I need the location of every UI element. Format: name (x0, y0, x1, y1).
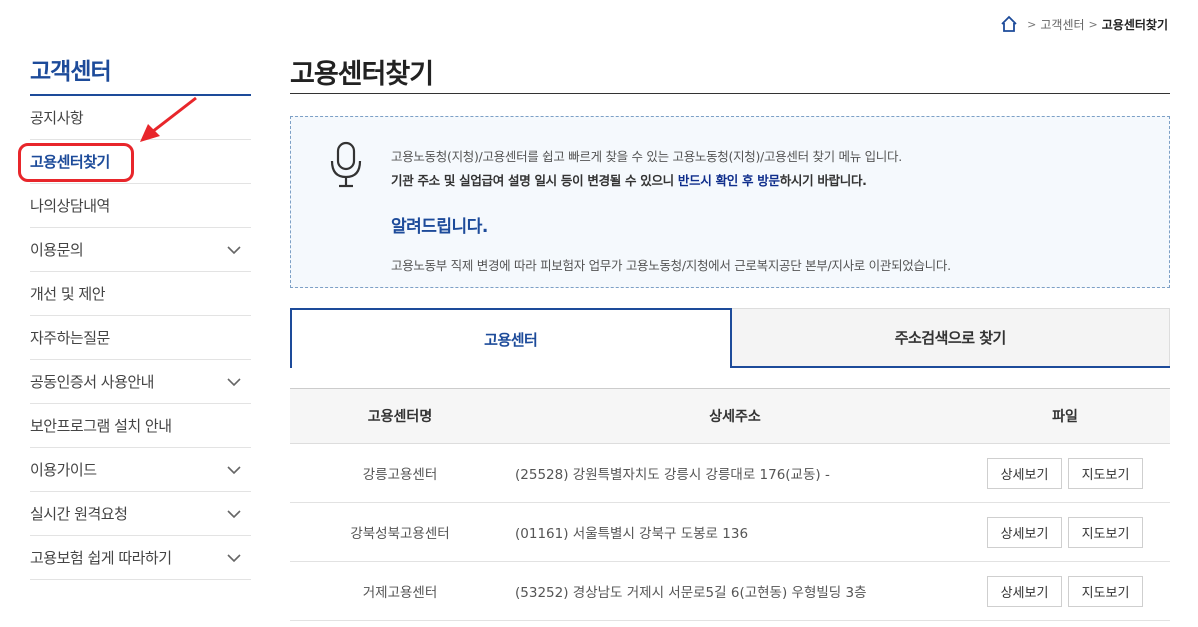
sidebar-item-label: 자주하는질문 (30, 329, 110, 347)
sidebar-item-label: 보안프로그램 설치 안내 (30, 417, 172, 435)
notice-emphasis: 반드시 확인 후 방문 (677, 173, 780, 188)
center-table: 고용센터명 상세주소 파일 강릉고용센터 (25528) 강원특별자치도 강릉시 … (290, 388, 1170, 621)
sidebar-item[interactable]: 고용보험 쉽게 따라하기 (30, 536, 251, 580)
sidebar-item-label: 공동인증서 사용안내 (30, 373, 154, 391)
table-row: 강북성북고용센터 (01161) 서울특별시 강북구 도봉로 136 상세보기 지도보… (290, 503, 1170, 562)
chevron-down-icon[interactable] (225, 505, 243, 523)
center-name-cell: 강릉고용센터 (362, 467, 438, 483)
map-view-button[interactable]: 지도보기 (1068, 575, 1143, 607)
sidebar-item-label: 고용센터찾기 (30, 153, 110, 171)
home-icon[interactable] (999, 14, 1019, 34)
detail-view-button[interactable]: 상세보기 (987, 575, 1062, 607)
sidebar: 고객센터 공지사항고용센터찾기나의상담내역이용문의개선 및 제안자주하는질문공동… (30, 52, 251, 580)
sidebar-item-label: 실시간 원격요청 (30, 505, 128, 523)
sidebar-item[interactable]: 고용센터찾기 (30, 140, 251, 184)
table-row: 거제고용센터 (53252) 경상남도 거제시 서문로5길 6(고현동) 우형빌딩… (290, 562, 1170, 621)
tab-bar: 고용센터 주소검색으로 찾기 (290, 308, 1170, 368)
chevron-down-icon[interactable] (225, 549, 243, 567)
sidebar-item[interactable]: 나의상담내역 (30, 184, 251, 228)
microphone-icon (330, 141, 362, 188)
sidebar-item-label: 공지사항 (30, 109, 84, 127)
map-view-button[interactable]: 지도보기 (1068, 457, 1143, 489)
sidebar-item-label: 나의상담내역 (30, 197, 110, 215)
table-row: 강릉고용센터 (25528) 강원특별자치도 강릉시 강릉대로 176(교동) -… (290, 444, 1170, 503)
detail-view-button[interactable]: 상세보기 (987, 516, 1062, 548)
chevron-down-icon[interactable] (225, 461, 243, 479)
file-cell: 상세보기 지도보기 (960, 575, 1170, 607)
notice-text-2: 기관 주소 및 실업급여 설명 일시 등이 변경될 수 있으니 반드시 확인 후… (391, 170, 867, 189)
main-content: 고용센터찾기 고용노동청(지청)/고용센터를 쉽고 빠르게 찾을 수 있는 고용… (290, 52, 1170, 621)
header-address: 상세주소 (709, 409, 761, 425)
sidebar-item[interactable]: 실시간 원격요청 (30, 492, 251, 536)
sidebar-item[interactable]: 개선 및 제안 (30, 272, 251, 316)
tab-employment-center[interactable]: 고용센터 (290, 308, 732, 368)
breadcrumb: > 고객센터 > 고용센터찾기 (999, 14, 1168, 34)
address-cell: (25528) 강원특별자치도 강릉시 강릉대로 176(교동) - (515, 467, 830, 483)
breadcrumb-separator: > (1027, 17, 1037, 31)
sidebar-item[interactable]: 보안프로그램 설치 안내 (30, 404, 251, 448)
sidebar-item-label: 개선 및 제안 (30, 285, 106, 303)
notice-text-2-pre: 기관 주소 및 실업급여 설명 일시 등이 변경될 수 있으니 (391, 173, 678, 188)
notice-text-2-post: 하시기 바랍니다. (779, 173, 867, 188)
sidebar-item-label: 이용문의 (30, 241, 84, 259)
notice-box: 고용노동청(지청)/고용센터를 쉽고 빠르게 찾을 수 있는 고용노동청(지청)… (290, 116, 1170, 288)
address-cell: (53252) 경상남도 거제시 서문로5길 6(고현동) 우형빌딩 3층 (515, 585, 867, 601)
file-cell: 상세보기 지도보기 (960, 457, 1170, 489)
breadcrumb-current: 고용센터찾기 (1101, 17, 1168, 32)
center-name-cell: 거제고용센터 (362, 585, 438, 601)
tab-address-search[interactable]: 주소검색으로 찾기 (731, 308, 1170, 366)
sidebar-item[interactable]: 자주하는질문 (30, 316, 251, 360)
notice-text-1: 고용노동청(지청)/고용센터를 쉽고 빠르게 찾을 수 있는 고용노동청(지청)… (391, 149, 902, 164)
sidebar-item[interactable]: 공지사항 (30, 96, 251, 140)
map-view-button[interactable]: 지도보기 (1068, 516, 1143, 548)
breadcrumb-separator: > (1088, 17, 1098, 31)
sidebar-list: 공지사항고용센터찾기나의상담내역이용문의개선 및 제안자주하는질문공동인증서 사… (30, 96, 251, 580)
file-cell: 상세보기 지도보기 (960, 516, 1170, 548)
sidebar-item[interactable]: 이용문의 (30, 228, 251, 272)
center-name-cell: 강북성북고용센터 (350, 526, 450, 542)
detail-view-button[interactable]: 상세보기 (987, 457, 1062, 489)
page-title: 고용센터찾기 (290, 52, 1170, 94)
table-header: 고용센터명 상세주소 파일 (290, 389, 1170, 444)
notice-heading: 알려드립니다. (391, 217, 488, 237)
chevron-down-icon[interactable] (225, 241, 243, 259)
table-body: 강릉고용센터 (25528) 강원특별자치도 강릉시 강릉대로 176(교동) -… (290, 444, 1170, 621)
address-cell: (01161) 서울특별시 강북구 도봉로 136 (515, 526, 749, 542)
sidebar-item-label: 이용가이드 (30, 461, 97, 479)
notice-text-3: 고용노동부 직제 변경에 따라 피보험자 업무가 고용노동청/지청에서 근로복지… (391, 258, 951, 273)
sidebar-item-label: 고용보험 쉽게 따라하기 (30, 549, 172, 567)
breadcrumb-item[interactable]: 고객센터 (1040, 16, 1084, 33)
header-file: 파일 (1052, 409, 1078, 425)
chevron-down-icon[interactable] (225, 373, 243, 391)
sidebar-item[interactable]: 이용가이드 (30, 448, 251, 492)
sidebar-item[interactable]: 공동인증서 사용안내 (30, 360, 251, 404)
sidebar-title: 고객센터 (30, 52, 251, 96)
header-center-name: 고용센터명 (367, 409, 433, 425)
